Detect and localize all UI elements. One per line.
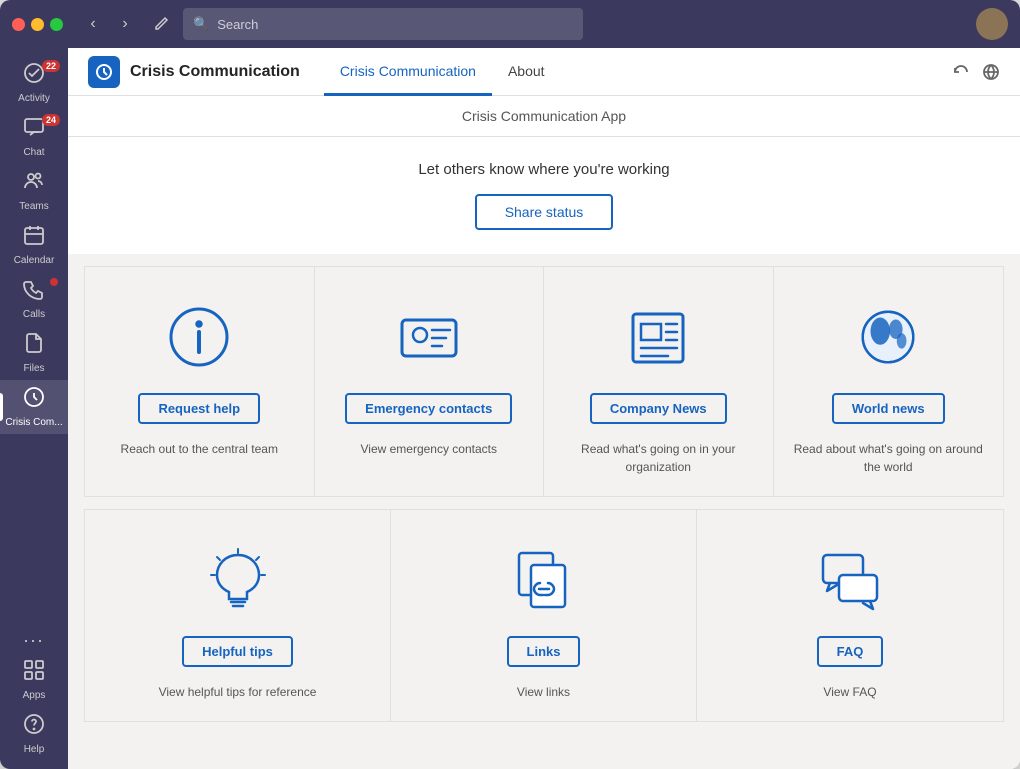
faq-icon [815,545,885,615]
more-dots: ... [23,626,44,647]
company-news-button[interactable]: Company News [590,393,727,424]
nav-buttons: ‹ › [79,10,139,38]
inner-header-title: Crisis Communication App [462,108,626,124]
close-button[interactable] [12,18,25,31]
calendar-icon [23,224,45,252]
minimize-button[interactable] [31,18,44,31]
content-area: Crisis Communication Crisis Communicatio… [68,48,1020,769]
sidebar-item-files[interactable]: Files [0,326,68,380]
edit-button[interactable] [147,10,175,38]
card-world-news: World news Read about what's going on ar… [774,267,1004,496]
teams-icon [23,170,45,198]
back-button[interactable]: ‹ [79,10,107,38]
calls-icon [23,278,45,306]
sidebar-item-activity[interactable]: 22 Activity [0,56,68,110]
app-title: Crisis Communication [130,63,300,81]
main-layout: 22 Activity 24 Chat [0,48,1020,769]
app-header: Crisis Communication Crisis Communicatio… [68,48,1020,96]
faq-button[interactable]: FAQ [817,636,884,667]
chat-badge: 24 [42,114,60,126]
share-status-button[interactable]: Share status [475,194,614,230]
links-icon-area [509,540,579,620]
contact-card-icon [394,302,464,372]
card-request-help: Request help Reach out to the central te… [85,267,315,496]
card-faq: FAQ View FAQ [697,510,1003,721]
files-icon [23,332,45,360]
activity-badge: 22 [42,60,60,72]
sidebar-item-teams[interactable]: Teams [0,164,68,218]
emergency-contacts-icon-area [394,297,464,377]
emergency-contacts-desc: View emergency contacts [360,440,497,458]
sidebar-item-label: Calendar [14,255,55,266]
links-desc: View links [517,683,570,701]
sidebar-item-calendar[interactable]: Calendar [0,218,68,272]
sidebar-item-crisis[interactable]: Crisis Com... [0,380,68,434]
sidebar-item-label: Teams [19,201,48,212]
sidebar-item-help[interactable]: Help [0,707,68,761]
faq-desc: View FAQ [823,683,876,701]
faq-icon-area [815,540,885,620]
sidebar-item-label: Help [24,744,45,755]
inner-header: Crisis Communication App [68,96,1020,137]
sidebar-item-apps[interactable]: Apps [0,653,68,707]
crisis-icon [23,386,45,414]
app-tabs: Crisis Communication About [324,48,561,95]
company-news-icon-area [623,297,693,377]
globe-button[interactable] [982,63,1000,81]
sidebar-item-label: Chat [23,147,44,158]
sidebar-item-calls[interactable]: Calls [0,272,68,326]
sidebar: 22 Activity 24 Chat [0,48,68,769]
share-section: Let others know where you're working Sha… [68,137,1020,254]
world-news-button[interactable]: World news [832,393,945,424]
maximize-button[interactable] [50,18,63,31]
company-news-desc: Read what's going on in your organizatio… [564,440,753,476]
sidebar-item-label: Apps [23,690,46,701]
sidebar-item-chat[interactable]: 24 Chat [0,110,68,164]
request-help-icon-area [164,297,234,377]
lightbulb-icon [203,545,273,615]
card-row-2: Helpful tips View helpful tips for refer… [84,509,1004,722]
tab-crisis-communication[interactable]: Crisis Communication [324,49,492,96]
search-bar[interactable]: 🔍 [183,8,583,40]
sidebar-item-label: Calls [23,309,45,320]
card-row-1: Request help Reach out to the central te… [84,266,1004,497]
apps-icon [23,659,45,687]
share-tagline: Let others know where you're working [88,161,1000,178]
sidebar-item-more[interactable]: ... [0,620,68,653]
help-icon [23,713,45,741]
world-news-icon-area [853,297,923,377]
app-icon [88,56,120,88]
helpful-tips-button[interactable]: Helpful tips [182,636,293,667]
traffic-lights [12,18,63,31]
app-window: ‹ › 🔍 22 Activ [0,0,1020,769]
helpful-tips-desc: View helpful tips for reference [159,683,317,701]
card-helpful-tips: Helpful tips View helpful tips for refer… [85,510,391,721]
forward-button[interactable]: › [111,10,139,38]
newspaper-icon [623,302,693,372]
tab-about[interactable]: About [492,49,561,96]
helpful-tips-icon-area [203,540,273,620]
sidebar-item-label: Crisis Com... [5,417,62,428]
links-button[interactable]: Links [507,636,581,667]
emergency-contacts-button[interactable]: Emergency contacts [345,393,512,424]
request-help-desc: Reach out to the central team [121,440,278,458]
search-input[interactable] [217,17,573,32]
search-icon: 🔍 [193,16,209,32]
sidebar-item-label: Files [23,363,44,374]
world-news-desc: Read about what's going on around the wo… [794,440,984,476]
inner-content: Crisis Communication App Let others know… [68,96,1020,769]
globe-icon [853,302,923,372]
info-circle-icon [164,302,234,372]
card-emergency-contacts: Emergency contacts View emergency contac… [315,267,545,496]
refresh-button[interactable] [952,63,970,81]
header-actions [952,63,1000,81]
sidebar-item-label: Activity [18,93,50,104]
title-bar: ‹ › 🔍 [0,0,1020,48]
card-links: Links View links [391,510,697,721]
request-help-button[interactable]: Request help [138,393,260,424]
links-icon [509,545,579,615]
card-company-news: Company News Read what's going on in you… [544,267,774,496]
avatar[interactable] [976,8,1008,40]
